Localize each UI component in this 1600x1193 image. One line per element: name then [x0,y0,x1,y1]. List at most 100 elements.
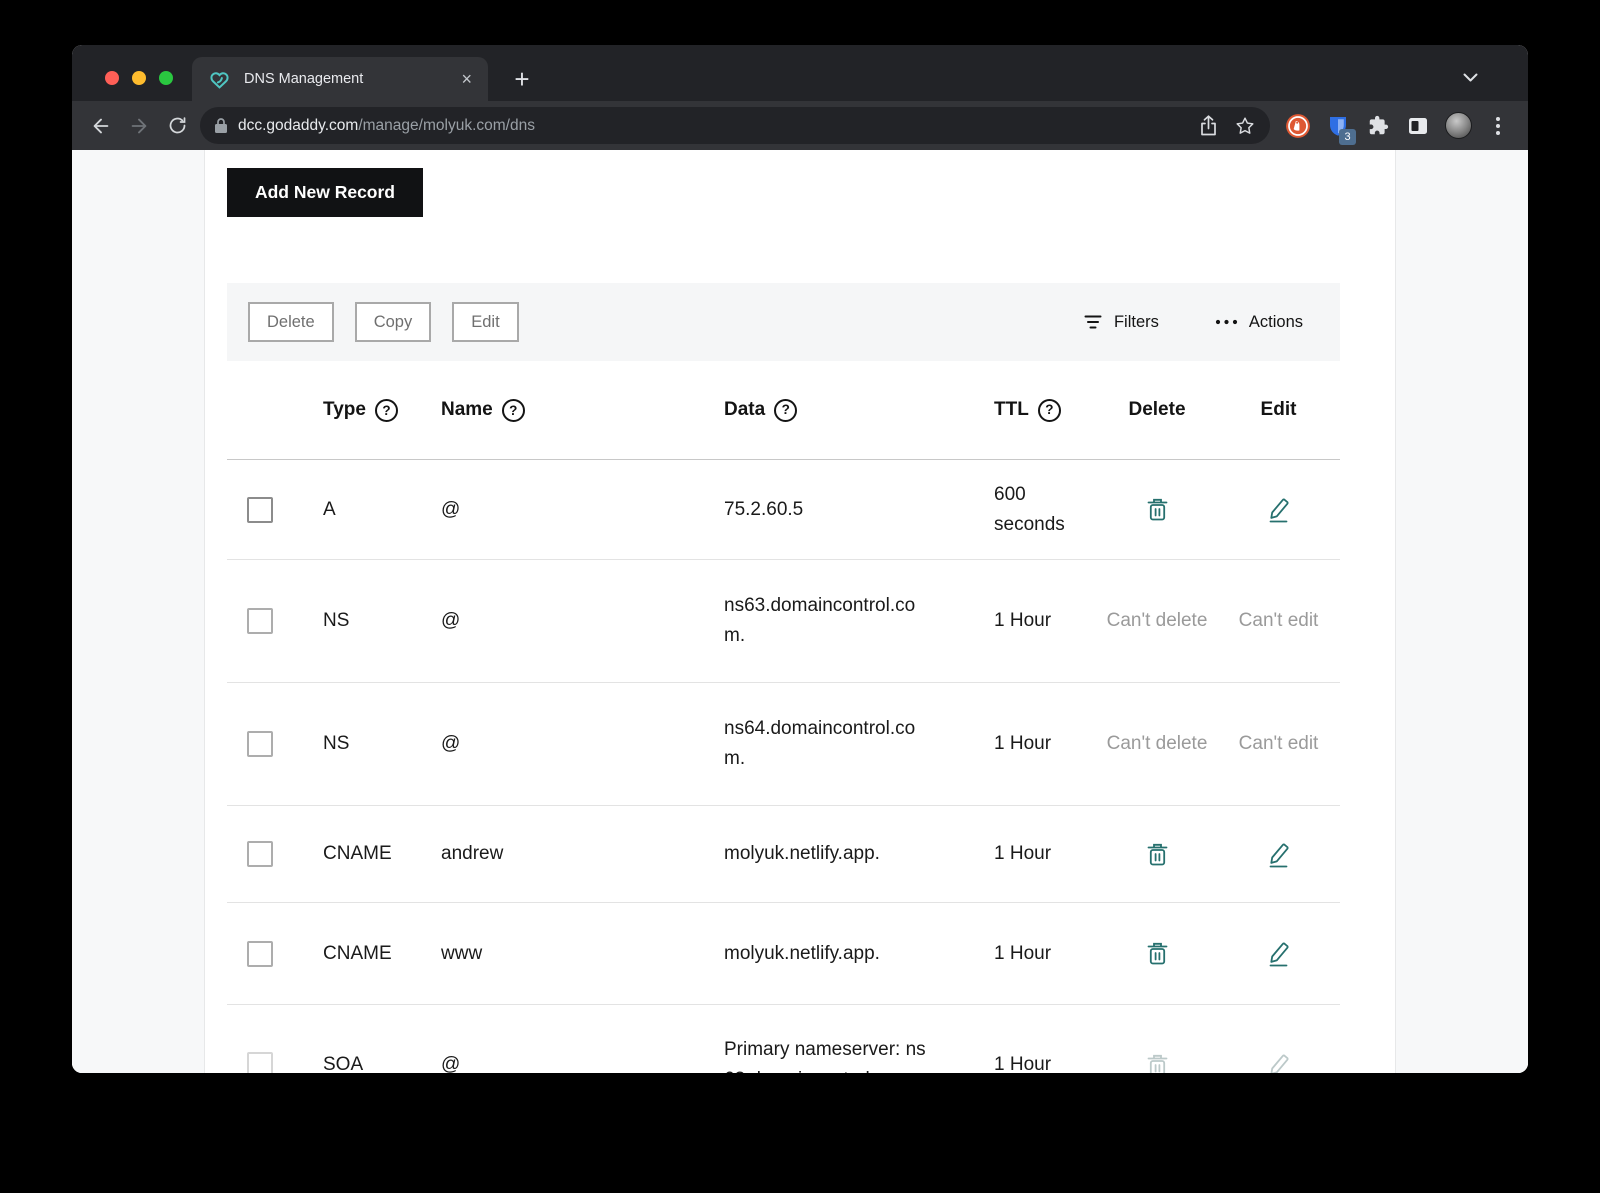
traffic-lights [105,71,173,85]
zoom-window-button[interactable] [159,71,173,85]
back-button[interactable] [82,107,120,145]
left-gutter [72,150,205,1073]
record-edit-cell [1217,1047,1340,1074]
delete-record-trash-icon[interactable] [1141,936,1174,971]
address-toolbar: dcc.godaddy.com/manage/molyuk.com/dns 3 [72,101,1528,150]
cant-action-label: Can't edit [1239,606,1319,636]
record-data: ns63.domaincontrol.com. [724,591,994,651]
record-name: @ [441,610,724,632]
reload-button[interactable] [158,107,196,145]
row-checkbox[interactable] [247,731,273,757]
new-tab-button[interactable]: + [506,63,538,95]
duckduckgo-extension-icon[interactable] [1278,106,1318,146]
minimize-window-button[interactable] [132,71,146,85]
godaddy-favicon-icon [208,69,231,90]
bulk-action-bar: Delete Copy Edit Filters Actions [227,283,1340,361]
ellipsis-icon [1215,319,1238,325]
actions-label: Actions [1249,313,1303,332]
table-row: A @ 75.2.60.5 600 seconds [227,460,1340,560]
right-gutter [1395,150,1528,1073]
header-delete: Delete [1128,399,1185,421]
chrome-menu-kebab-icon[interactable] [1478,106,1518,146]
edit-record-pencil-icon[interactable] [1262,935,1295,972]
record-type: NS [323,733,441,755]
row-checkbox[interactable] [247,608,273,634]
header-ttl: TTL [994,395,1029,425]
side-panel-icon[interactable] [1398,106,1438,146]
row-checkbox[interactable] [247,1052,273,1073]
row-checkbox[interactable] [247,941,273,967]
delete-record-trash-icon[interactable] [1141,492,1174,527]
record-type: CNAME [323,943,441,965]
record-data: ns64.domaincontrol.com. [724,714,994,774]
bookmark-star-icon[interactable] [1234,115,1256,137]
record-name: @ [441,499,724,521]
add-new-record-button[interactable]: Add New Record [227,168,423,217]
header-edit: Edit [1261,399,1297,421]
cant-action-label: Can't delete [1107,606,1208,636]
tab-close-icon[interactable]: × [461,70,472,88]
cant-action-label: Can't delete [1107,729,1208,759]
filter-icon [1083,314,1103,330]
tab-dns-management[interactable]: DNS Management × [192,57,488,101]
record-delete-cell: Can't delete [1097,606,1217,636]
record-delete-cell [1097,1048,1217,1074]
record-delete-cell [1097,936,1217,971]
url-text[interactable]: dcc.godaddy.com/manage/molyuk.com/dns [238,117,1183,135]
record-edit-cell: Can't edit [1217,606,1340,636]
dns-management-page: Add New Record Delete Copy Edit Filters [72,150,1528,1073]
bitwarden-extension-icon[interactable]: 3 [1318,106,1358,146]
actions-button[interactable]: Actions [1215,313,1303,332]
record-data: Primary nameserver: ns63.domaincontrol.c… [724,1035,994,1073]
forward-button [120,107,158,145]
edit-record-pencil-icon[interactable] [1262,491,1295,528]
record-type: NS [323,610,441,632]
record-name: andrew [441,843,724,865]
table-row: CNAME www molyuk.netlify.app. 1 Hour [227,903,1340,1005]
record-edit-cell [1217,491,1340,528]
table-row: NS @ ns63.domaincontrol.com. 1 Hour Can'… [227,560,1340,683]
url-host: dcc.godaddy.com [238,117,358,134]
record-delete-cell [1097,492,1217,527]
row-checkbox[interactable] [247,841,273,867]
tab-title: DNS Management [244,71,461,87]
edit-record-pencil-icon[interactable] [1262,836,1295,873]
record-type: A [323,499,441,521]
browser-window: DNS Management × + dcc.godaddy.com/manag… [72,45,1528,1073]
table-row: SOA @ Primary nameserver: ns63.domaincon… [227,1005,1340,1073]
cant-action-label: Can't edit [1239,729,1319,759]
record-ttl: 1 Hour [994,729,1097,759]
close-window-button[interactable] [105,71,119,85]
delete-record-trash-icon[interactable] [1141,837,1174,872]
share-icon[interactable] [1199,114,1218,138]
row-checkbox[interactable] [247,497,273,523]
extensions-row: 3 [1278,106,1518,146]
tab-search-chevron-icon[interactable] [1463,69,1478,87]
record-type: SOA [323,1054,441,1073]
ttl-help-icon[interactable]: ? [1038,399,1061,422]
url-bar[interactable]: dcc.godaddy.com/manage/molyuk.com/dns [200,107,1270,144]
bulk-edit-button[interactable]: Edit [452,302,518,342]
profile-avatar[interactable] [1438,106,1478,146]
type-help-icon[interactable]: ? [375,399,398,422]
dns-records-table: A @ 75.2.60.5 600 seconds NS @ ns63.doma… [227,460,1340,1073]
bulk-delete-button[interactable]: Delete [248,302,334,342]
extensions-puzzle-icon[interactable] [1358,106,1398,146]
record-ttl: 1 Hour [994,839,1097,869]
record-type: CNAME [323,843,441,865]
table-row: CNAME andrew molyuk.netlify.app. 1 Hour [227,806,1340,903]
bitwarden-badge: 3 [1339,129,1356,145]
record-edit-cell: Can't edit [1217,729,1340,759]
filters-label: Filters [1114,313,1159,332]
data-help-icon[interactable]: ? [774,399,797,422]
record-delete-cell: Can't delete [1097,729,1217,759]
filters-button[interactable]: Filters [1083,313,1159,332]
record-edit-cell [1217,836,1340,873]
header-type: Type [323,399,366,421]
name-help-icon[interactable]: ? [502,399,525,422]
record-ttl: 1 Hour [994,1050,1097,1073]
table-header-row: Type? Name? Data? TTL? Delete Edit [227,361,1340,460]
lock-icon[interactable] [214,117,228,134]
header-name: Name [441,399,493,421]
bulk-copy-button[interactable]: Copy [355,302,432,342]
